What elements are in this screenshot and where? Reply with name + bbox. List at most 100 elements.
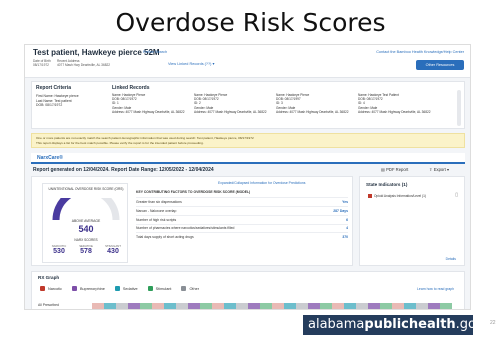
rx-timeline-segment xyxy=(176,303,188,309)
rx-timeline-segment xyxy=(320,303,332,309)
state-indicator-label: Opioid Analysis Information/Level (1) xyxy=(374,194,426,198)
page-number: 22 xyxy=(490,320,496,326)
linked-record-3[interactable]: Name: Hawkeye Pierce DOB: 08/17/1997 ID:… xyxy=(276,93,352,114)
tab-narxcare[interactable]: NarxCare® xyxy=(37,155,63,161)
narx-scores-title: NARX SCORES xyxy=(74,238,98,242)
state-indicator-item[interactable]: Opioid Analysis Information/Level (1) xyxy=(368,194,426,199)
rx-timeline-segment xyxy=(152,303,164,309)
factor-row: Narcan - Naloxone overlap 287 Days xyxy=(136,206,348,215)
legend-swatch xyxy=(71,286,77,291)
rx-graph-legend: Narcotic Buprenorphine Sedative Stimulan… xyxy=(40,286,199,291)
criteria-dob: DOB: 08/17/1972 xyxy=(36,103,63,108)
rx-timeline-segment xyxy=(332,303,344,309)
factor-label: Number of pharmacies where narcotics/sed… xyxy=(136,226,235,231)
refine-search-link[interactable]: Refine Search xyxy=(143,50,167,54)
rx-timeline-segment xyxy=(248,303,260,309)
linked-record-2[interactable]: Name: Hawkeye Pierce DOB: 08/17/1972 ID:… xyxy=(194,93,270,114)
logo-text-tail: .gov xyxy=(455,317,484,332)
gauge-status: ABOVE AVERAGE xyxy=(71,219,101,223)
help-center-link[interactable]: Contact the Bamboo Health Knowledge/Help… xyxy=(376,50,464,54)
factor-row: Number of high risk scripts 6 xyxy=(136,214,348,224)
address-block: Recent Address 4077 Mash Hwy Dearbville,… xyxy=(57,59,110,67)
rx-timeline-segment xyxy=(164,303,176,309)
legend-label: Stimulant xyxy=(155,286,172,291)
legend-label: Buprenorphine xyxy=(79,286,105,291)
state-indicators-panel: State Indicators (1) Opioid Analysis Inf… xyxy=(359,176,465,266)
rx-row-label: All Prescribed xyxy=(38,303,59,307)
warning-line-2: This report displays a list for the best… xyxy=(36,140,204,145)
dismiss-icon[interactable]: ▯ xyxy=(455,192,458,198)
rx-timeline-segment xyxy=(116,303,128,309)
contributing-factors-table: KEY CONTRIBUTING FACTORS TO OVERDOSE RIS… xyxy=(136,190,348,241)
record-address: Address: 4077 Mash Highway Dearbville, A… xyxy=(276,109,349,114)
rx-graph-title: RX Graph xyxy=(38,275,60,280)
export-button[interactable]: ⇪ Export ▾ xyxy=(429,167,449,172)
patient-header: Test patient, Hawkeye pierce 52M Refine … xyxy=(25,45,470,78)
rx-timeline-segment xyxy=(140,303,152,309)
rx-timeline-segment xyxy=(200,303,212,309)
rx-timeline-segment xyxy=(344,303,356,309)
legend-label: Sedative xyxy=(122,286,138,291)
dob-value: 08/17/1972 xyxy=(33,63,49,67)
pdf-report-button[interactable]: ▤ PDF Report xyxy=(381,167,408,172)
alabama-public-health-logo: alabamapublichealth.gov xyxy=(303,315,484,335)
rx-timeline-segment xyxy=(236,303,248,309)
narx-score-value: 430 xyxy=(107,248,119,255)
pdf-label: PDF Report xyxy=(386,167,409,172)
legend-swatch xyxy=(181,286,187,291)
report-criteria-title: Report Criteria xyxy=(36,85,72,91)
legend-stimulant[interactable]: Stimulant xyxy=(147,286,172,291)
criteria-text: First Name: Hawkeye pierce Last Name: Te… xyxy=(36,94,79,108)
legend-buprenorphine[interactable]: Buprenorphine xyxy=(71,286,105,291)
ors-gauge-title: UNINTENTIONAL OVERDOSE RISK SCORE (ORS) xyxy=(48,187,124,191)
factor-row: Greater than six dispensations Yes xyxy=(136,197,348,206)
linked-record-4[interactable]: Name: Hawkeye Test Patient DOB: 08/17/19… xyxy=(358,93,434,114)
record-address: Address: 4077 Mash Highway Dearbville, A… xyxy=(194,109,267,114)
logo-text-plain: alabama xyxy=(308,317,365,332)
legend-other[interactable]: Other xyxy=(181,286,199,291)
factor-label: Greater than six dispensations xyxy=(136,200,182,204)
rx-timeline-segment xyxy=(92,303,104,309)
slide-title: Overdose Risk Scores xyxy=(115,8,386,37)
rx-timeline-segment xyxy=(428,303,440,309)
linked-record-1[interactable]: Name: Hawkeye Pierce DOB: 08/17/1972 ID:… xyxy=(112,93,188,114)
narx-score-narcotic: NARCOTIC 530 xyxy=(46,244,72,255)
rx-timeline-segment xyxy=(356,303,368,309)
patient-name: Test patient, Hawkeye pierce 52M xyxy=(33,48,160,57)
other-resources-button[interactable]: Other Resources xyxy=(416,60,464,70)
overdose-info-link[interactable]: Expanded/Collapsed Information for Overd… xyxy=(218,181,305,185)
legend-label: Narcotic xyxy=(48,286,62,291)
factor-label: Total days supply of short acting drugs xyxy=(136,235,194,240)
rx-timeline-segment xyxy=(296,303,308,309)
export-label: Export ▾ xyxy=(433,167,450,172)
rx-timeline-segment xyxy=(308,303,320,309)
learn-graph-link[interactable]: Learn how to read graph xyxy=(417,287,454,291)
rx-timeline-segment xyxy=(380,303,392,309)
legend-label: Other xyxy=(189,286,199,291)
dob-block: Date of Birth 08/17/1972 xyxy=(33,59,51,67)
legend-swatch xyxy=(147,286,153,291)
mismatch-warning-banner: One or more patients are not exactly mat… xyxy=(31,133,465,148)
pdmp-screenshot: Test patient, Hawkeye pierce 52M Refine … xyxy=(24,44,471,310)
rx-timeline-segment xyxy=(392,303,404,309)
legend-sedative[interactable]: Sedative xyxy=(114,286,138,291)
legend-narcotic[interactable]: Narcotic xyxy=(40,286,62,291)
narx-score-value: 530 xyxy=(53,248,65,255)
record-address: Address: 4077 Mash Highway Dearbville, A… xyxy=(112,109,185,114)
details-link[interactable]: Details xyxy=(446,257,456,261)
rx-timeline-segment xyxy=(284,303,296,309)
records-scrollbar[interactable] xyxy=(457,90,461,126)
gauge-fill xyxy=(52,198,72,221)
gauge-value: 540 xyxy=(78,224,94,234)
criteria-first-name: First Name: Hawkeye pierce xyxy=(36,94,79,98)
alert-icon xyxy=(368,194,372,199)
report-criteria-panel: Report Criteria First Name: Hawkeye pier… xyxy=(31,81,465,129)
factor-value: 287 Days xyxy=(333,208,348,213)
legend-swatch xyxy=(114,286,120,291)
overdose-risk-panel: UNINTENTIONAL OVERDOSE RISK SCORE (ORS) … xyxy=(31,176,353,266)
rx-timeline-segment xyxy=(272,303,284,309)
rx-timeline-segment xyxy=(440,303,452,309)
view-linked-records-button[interactable]: View Linked Records (??) ▾ xyxy=(168,61,214,66)
rx-timeline-segment xyxy=(224,303,236,309)
rx-timeline-strip xyxy=(92,303,452,309)
